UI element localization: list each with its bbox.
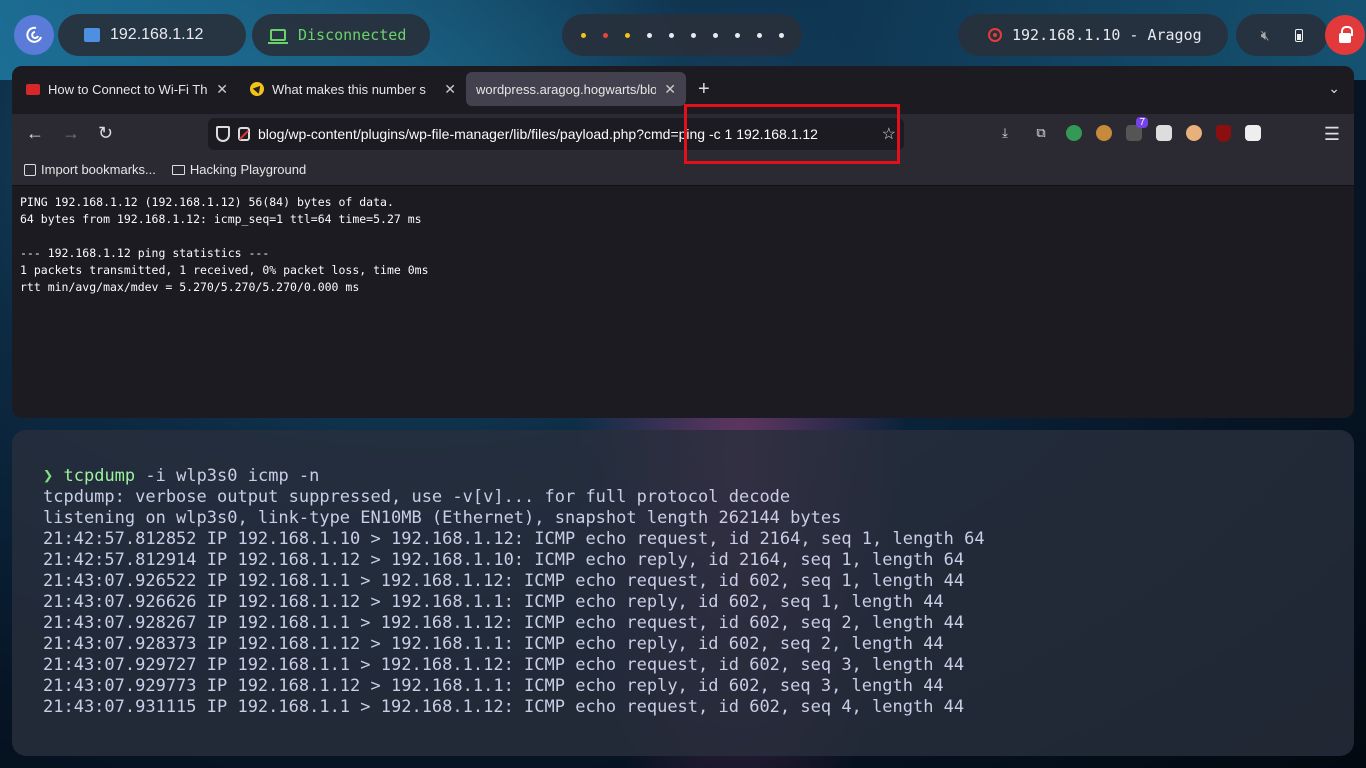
reload-icon[interactable]: ↻ <box>98 123 113 144</box>
tab-bar: How to Connect to Wi-Fi Thr ✕ What makes… <box>12 66 1354 114</box>
workspace-dot[interactable] <box>778 32 784 38</box>
extension-badge: 7 <box>1136 117 1148 128</box>
qr-code-icon[interactable] <box>1245 125 1261 141</box>
new-tab-icon[interactable]: + <box>698 78 710 101</box>
tab-title: wordpress.aragog.hogwarts/blog <box>476 81 657 97</box>
target-text: 192.168.1.10 - Aragog <box>1012 26 1202 44</box>
import-icon <box>24 163 36 176</box>
tab-list-chevron-icon[interactable]: ⌄ <box>1328 80 1340 97</box>
tracking-shield-icon[interactable] <box>216 126 230 142</box>
insecure-lock-icon[interactable] <box>238 127 250 141</box>
debian-swirl-icon <box>26 26 42 43</box>
terminal-output-line: 21:42:57.812852 IP 192.168.1.10 > 192.16… <box>43 529 985 549</box>
workspace-dot[interactable] <box>734 32 740 38</box>
page-line: PING 192.168.1.12 (192.168.1.12) 56(84) … <box>20 195 394 209</box>
terminal-output-line: tcpdump: verbose output suppressed, use … <box>43 487 791 507</box>
terminal-output-line: 21:43:07.928373 IP 192.168.1.12 > 192.16… <box>43 634 944 654</box>
ublock-origin-icon[interactable] <box>1216 124 1231 142</box>
terminal-output-line: 21:43:07.929727 IP 192.168.1.1 > 192.168… <box>43 655 965 675</box>
terminal-output-line: 21:43:07.926626 IP 192.168.1.12 > 192.16… <box>43 592 944 612</box>
import-bookmarks-link[interactable]: Import bookmarks... <box>24 162 156 177</box>
page-line: rtt min/avg/max/mdev = 5.270/5.270/5.270… <box>20 280 360 294</box>
url-bar[interactable]: blog/wp-content/plugins/wp-file-manager/… <box>208 118 904 150</box>
workspace-dot[interactable] <box>690 32 696 38</box>
bookmarks-bar: Import bookmarks... Hacking Playground <box>12 154 1354 186</box>
site-favicon-icon <box>26 83 40 95</box>
lock-button[interactable] <box>1325 15 1365 55</box>
menu-hamburger-icon[interactable]: ☰ <box>1324 124 1340 145</box>
terminal-output-line: 21:43:07.928267 IP 192.168.1.1 > 192.168… <box>43 613 965 633</box>
back-icon[interactable]: ← <box>26 123 44 144</box>
network-icon <box>84 28 100 42</box>
mute-icon[interactable]: 🔇︎ <box>1261 27 1270 44</box>
workspace-dot[interactable] <box>580 32 586 38</box>
page-line: --- 192.168.1.12 ping statistics --- <box>20 246 270 260</box>
forward-icon[interactable]: → <box>62 123 80 144</box>
command-name: tcpdump <box>63 466 136 486</box>
vpn-status-text: Disconnected <box>298 26 407 44</box>
hacking-playground-folder[interactable]: Hacking Playground <box>171 162 307 177</box>
downloads-icon[interactable]: ⤓ <box>994 122 1016 144</box>
launcher-button[interactable] <box>14 15 54 55</box>
nav-bar: ← → ↻ blog/wp-content/plugins/wp-file-ma… <box>12 114 1354 154</box>
tab-wifi[interactable]: How to Connect to Wi-Fi Thr ✕ <box>16 72 238 106</box>
terminal-output-line: listening on wlp3s0, link-type EN10MB (E… <box>43 508 842 528</box>
page-content: PING 192.168.1.12 (192.168.1.12) 56(84) … <box>12 186 1354 418</box>
command-line: ❯ tcpdump -i wlp3s0 icmp -n <box>43 466 1354 487</box>
vpn-status-widget[interactable]: Disconnected <box>252 14 430 56</box>
battery-icon[interactable] <box>1295 28 1304 42</box>
lock-icon <box>1339 25 1353 43</box>
local-ip-text: 192.168.1.12 <box>110 26 204 43</box>
hackbar-extension-icon[interactable] <box>1066 125 1082 141</box>
terminal-output-line: 21:43:07.931115 IP 192.168.1.1 > 192.168… <box>43 697 965 717</box>
workspace-dot[interactable] <box>602 32 608 38</box>
workspace-switcher[interactable] <box>562 14 802 56</box>
terminal-output: tcpdump: verbose output suppressed, use … <box>43 487 1354 718</box>
folder-icon <box>171 164 185 175</box>
terminal-output-line: 21:42:57.812914 IP 192.168.1.12 > 192.16… <box>43 550 965 570</box>
terminal-output-line: 21:43:07.926522 IP 192.168.1.1 > 192.168… <box>43 571 965 591</box>
workspace-dot[interactable] <box>756 32 762 38</box>
tab-title: What makes this number s <box>272 81 426 97</box>
tab-title: How to Connect to Wi-Fi Thr <box>48 81 209 97</box>
workspace-dot[interactable] <box>624 32 630 38</box>
workspace-dot[interactable] <box>646 32 652 38</box>
extensions-puzzle-icon[interactable]: ⧉ <box>1030 122 1052 144</box>
target-icon <box>988 28 1002 42</box>
extensions-toolbar: ⤓ ⧉ 7 <box>994 117 1261 144</box>
bookmark-label: Hacking Playground <box>189 162 307 177</box>
local-ip-widget[interactable]: 192.168.1.12 <box>58 14 246 56</box>
bookmark-label: Import bookmarks... <box>41 162 156 177</box>
prompt-arrow-icon: ❯ <box>43 466 54 486</box>
proxy-extension-icon[interactable] <box>1186 125 1202 141</box>
close-tab-icon[interactable]: ✕ <box>444 81 456 98</box>
terminal-window[interactable]: ❯ tcpdump -i wlp3s0 icmp -n tcpdump: ver… <box>12 430 1354 756</box>
target-widget[interactable]: 192.168.1.10 - Aragog <box>958 14 1228 56</box>
url-text[interactable]: blog/wp-content/plugins/wp-file-manager/… <box>258 126 874 142</box>
cookie-extension-icon[interactable] <box>1096 125 1112 141</box>
laptop-icon <box>268 29 288 44</box>
tab-wordpress[interactable]: wordpress.aragog.hogwarts/blog ✕ <box>466 72 686 106</box>
tab-number[interactable]: What makes this number s ✕ <box>240 72 466 106</box>
command-args: -i wlp3s0 icmp -n <box>135 466 320 486</box>
page-line: 1 packets transmitted, 1 received, 0% pa… <box>20 263 429 277</box>
close-tab-icon[interactable]: ✕ <box>216 81 228 98</box>
wappalyzer-extension-icon[interactable]: 7 <box>1126 117 1148 141</box>
browser-window: How to Connect to Wi-Fi Thr ✕ What makes… <box>12 66 1354 418</box>
user-agent-extension-icon[interactable] <box>1156 125 1172 141</box>
workspace-dot[interactable] <box>668 32 674 38</box>
bookmark-star-icon[interactable]: ☆ <box>882 124 904 144</box>
site-favicon-icon <box>250 82 264 96</box>
close-tab-icon[interactable]: ✕ <box>664 81 676 98</box>
terminal-output-line: 21:43:07.929773 IP 192.168.1.12 > 192.16… <box>43 676 944 696</box>
system-tray[interactable]: 🔇︎ <box>1236 14 1328 56</box>
workspace-dot[interactable] <box>712 32 718 38</box>
page-line: 64 bytes from 192.168.1.12: icmp_seq=1 t… <box>20 212 422 226</box>
page-line <box>20 228 1346 245</box>
